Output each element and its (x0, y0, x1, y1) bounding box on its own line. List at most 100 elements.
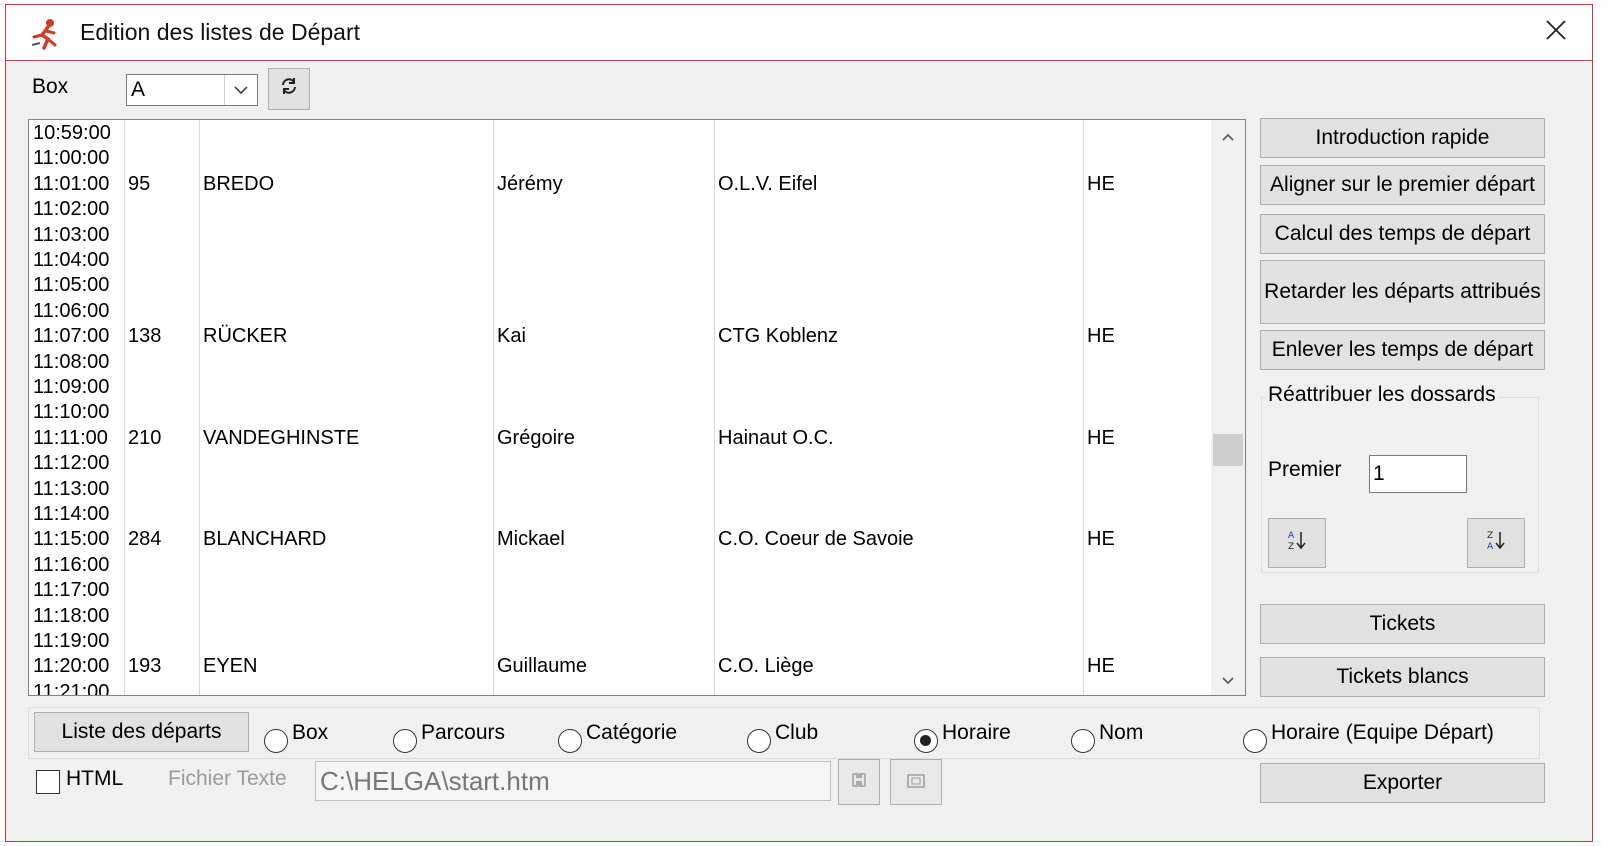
intro-rapide-button[interactable]: Introduction rapide (1260, 118, 1545, 158)
table-row[interactable]: 11:16:00 (29, 553, 1209, 578)
chevron-down-icon (1221, 667, 1235, 691)
radio-club[interactable]: Club (747, 713, 818, 753)
table-row[interactable]: 11:06:00 (29, 299, 1209, 324)
close-button[interactable] (1534, 13, 1578, 53)
save-button[interactable] (838, 759, 880, 805)
radio-cat-gorie[interactable]: Catégorie (558, 713, 677, 753)
table-row[interactable]: 11:14:00 (29, 502, 1209, 527)
club-cell: CTG Koblenz (718, 325, 839, 348)
close-icon (1545, 19, 1567, 47)
table-row[interactable]: 11:20:00 193 EYEN Guillaume C.O. Liège HE (29, 654, 1209, 679)
sort-za-icon: Z A (1485, 529, 1507, 557)
sort-descending-button[interactable]: Z A (1467, 518, 1525, 568)
start-time-cell: 11:11:00 (33, 426, 108, 449)
start-time-cell: 11:04:00 (33, 249, 110, 271)
svg-text:A: A (1487, 542, 1494, 551)
scroll-thumb[interactable] (1213, 434, 1243, 466)
browse-icon (907, 770, 925, 794)
start-time-cell: 11:21:00 (33, 680, 110, 695)
radio-label: Box (292, 721, 329, 744)
start-time-cell: 11:14:00 (33, 503, 110, 525)
last-name-cell: VANDEGHINSTE (203, 426, 360, 449)
radio-circle[interactable] (747, 729, 771, 753)
html-label: HTML (66, 767, 124, 790)
box-combobox[interactable]: A (126, 74, 258, 106)
table-row[interactable]: 11:08:00 (29, 350, 1209, 375)
club-cell: Hainaut O.C. (718, 426, 834, 449)
reattribuer-dossards-label: Réattribuer les dossards (1266, 383, 1498, 407)
aligner-premier-depart-button[interactable]: Aligner sur le premier départ (1260, 165, 1545, 205)
radio-circle[interactable] (1071, 729, 1095, 753)
start-time-cell: 11:13:00 (33, 477, 110, 500)
radio-label: Nom (1099, 721, 1144, 744)
table-row[interactable]: 11:18:00 (29, 604, 1209, 629)
tickets-button[interactable]: Tickets (1260, 604, 1545, 644)
start-time-cell: 11:00:00 (33, 147, 110, 170)
radio-circle[interactable] (914, 729, 938, 753)
table-row[interactable]: 11:05:00 (29, 273, 1209, 298)
runner-logo-icon (28, 17, 62, 51)
category-cell: HE (1087, 172, 1115, 195)
start-time-cell: 11:02:00 (33, 198, 110, 221)
radio-label: Horaire (Equipe Départ) (1271, 721, 1494, 744)
premier-input[interactable] (1369, 455, 1467, 493)
radio-nom[interactable]: Nom (1071, 713, 1143, 753)
table-row[interactable]: 11:13:00 (29, 477, 1209, 502)
radio-box[interactable]: Box (264, 713, 328, 753)
refresh-button[interactable] (268, 68, 310, 110)
table-row[interactable]: 11:19:00 (29, 629, 1209, 654)
bib-cell: 284 (128, 528, 162, 551)
table-row[interactable]: 11:15:00 284 BLANCHARD Mickael C.O. Coeur de… (29, 527, 1209, 552)
club-cell: O.L.V. Eifel (718, 172, 818, 195)
first-name-cell: Grégoire (497, 426, 575, 449)
radio-parcours[interactable]: Parcours (393, 713, 505, 753)
first-name-cell: Guillaume (497, 655, 588, 678)
list-scrollbar[interactable] (1211, 120, 1245, 695)
exporter-button[interactable]: Exporter (1260, 763, 1545, 803)
start-time-cell: 11:19:00 (33, 630, 110, 652)
chevron-down-icon[interactable] (224, 75, 257, 105)
tickets-blancs-button[interactable]: Tickets blancs (1260, 657, 1545, 697)
start-time-cell: 11:03:00 (33, 223, 110, 246)
radio-circle[interactable] (558, 729, 582, 753)
svg-text:A: A (1288, 531, 1295, 541)
chevron-up-icon (1221, 124, 1235, 148)
radio-circle[interactable] (264, 729, 288, 753)
bib-cell: 95 (128, 172, 151, 195)
last-name-cell: RÜCKER (203, 325, 288, 348)
browse-button[interactable] (890, 759, 942, 805)
table-row[interactable]: 11:01:00 95 BREDO Jérémy O.L.V. Eifel HE (29, 172, 1209, 197)
club-cell: C.O. Coeur de Savoie (718, 528, 914, 551)
bib-cell: 138 (128, 325, 162, 348)
calcul-temps-depart-button[interactable]: Calcul des temps de départ (1260, 214, 1545, 254)
table-row[interactable]: 11:21:00 (29, 680, 1209, 695)
title-bar: Edition des listes de Départ (6, 5, 1592, 61)
table-row[interactable]: 11:03:00 (29, 223, 1209, 248)
table-row[interactable]: 11:00:00 (29, 146, 1209, 171)
retarder-departs-button[interactable]: Retarder les départs attribués (1260, 260, 1545, 324)
radio-horaire-equipe-d-part[interactable]: Horaire (Equipe Départ) (1243, 713, 1494, 753)
table-row[interactable]: 11:17:00 (29, 578, 1209, 603)
start-time-cell: 11:20:00 (33, 655, 110, 678)
bib-cell: 193 (128, 655, 162, 678)
html-checkbox[interactable] (36, 770, 60, 794)
radio-circle[interactable] (1243, 729, 1267, 753)
sort-ascending-button[interactable]: A Z (1268, 518, 1326, 568)
table-row[interactable]: 11:07:00 138 RÜCKER Kai CTG Koblenz HE (29, 324, 1209, 349)
output-path-input[interactable] (315, 761, 831, 801)
table-row[interactable]: 11:10:00 (29, 400, 1209, 425)
table-row[interactable]: 11:12:00 (29, 451, 1209, 476)
table-row[interactable]: 11:09:00 (29, 375, 1209, 400)
start-time-cell: 11:09:00 (33, 376, 110, 398)
table-row[interactable]: 11:11:00 210 VANDEGHINSTE Grégoire Hainaut O… (29, 426, 1209, 451)
scroll-down-button[interactable] (1211, 663, 1245, 695)
table-row[interactable]: 11:04:00 (29, 248, 1209, 273)
start-time-cell: 11:01:00 (33, 172, 110, 195)
scroll-up-button[interactable] (1211, 120, 1245, 152)
start-list[interactable]: 10:59:00 11:00:00 11:01:00 95 BREDO Jérémy O.L… (28, 119, 1246, 696)
radio-horaire[interactable]: Horaire (914, 713, 1011, 753)
radio-circle[interactable] (393, 729, 417, 753)
enlever-temps-depart-button[interactable]: Enlever les temps de départ (1260, 330, 1545, 370)
table-row[interactable]: 10:59:00 (29, 121, 1209, 146)
table-row[interactable]: 11:02:00 (29, 197, 1209, 222)
